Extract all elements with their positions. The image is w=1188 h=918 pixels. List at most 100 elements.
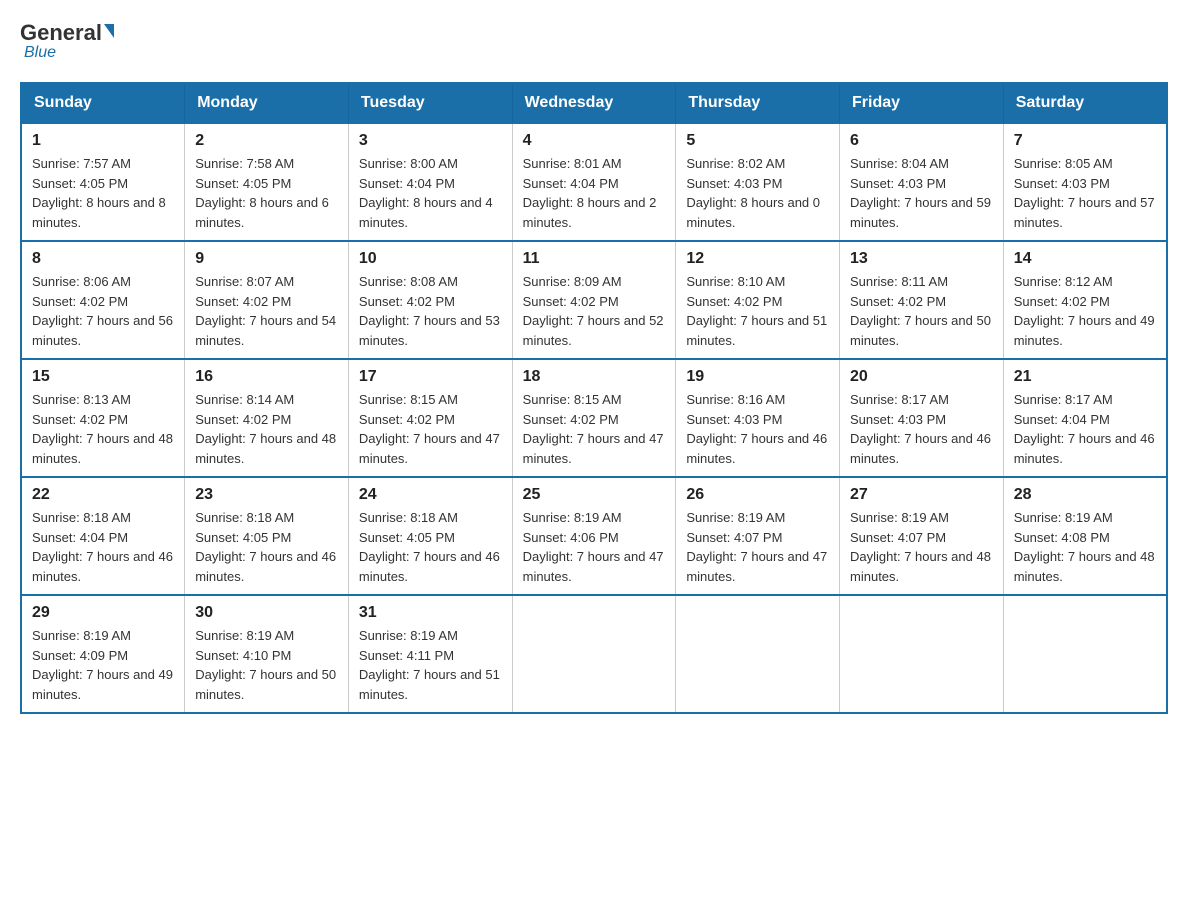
day-info: Sunrise: 8:15 AMSunset: 4:02 PMDaylight:… — [523, 390, 666, 468]
calendar-cell: 14Sunrise: 8:12 AMSunset: 4:02 PMDayligh… — [1003, 241, 1167, 359]
day-number: 20 — [850, 368, 993, 386]
day-info: Sunrise: 8:17 AMSunset: 4:03 PMDaylight:… — [850, 390, 993, 468]
day-number: 6 — [850, 132, 993, 150]
calendar-cell — [676, 595, 840, 713]
day-number: 26 — [686, 486, 829, 504]
day-number: 10 — [359, 250, 502, 268]
weekday-header-friday: Friday — [840, 83, 1004, 123]
day-info: Sunrise: 8:06 AMSunset: 4:02 PMDaylight:… — [32, 272, 174, 350]
day-number: 7 — [1014, 132, 1156, 150]
day-info: Sunrise: 8:19 AMSunset: 4:07 PMDaylight:… — [850, 508, 993, 586]
day-info: Sunrise: 8:18 AMSunset: 4:04 PMDaylight:… — [32, 508, 174, 586]
day-info: Sunrise: 7:58 AMSunset: 4:05 PMDaylight:… — [195, 154, 338, 232]
calendar-cell: 27 Sunrise: 8:19 AMSunset: 4:07 PMDayligh… — [840, 477, 1004, 595]
calendar-cell: 23 Sunrise: 8:18 AMSunset: 4:05 PMDayligh… — [185, 477, 349, 595]
calendar-cell: 1 Sunrise: 7:57 AMSunset: 4:05 PMDaylight… — [21, 123, 185, 241]
day-number: 11 — [523, 250, 666, 268]
calendar-cell: 28 Sunrise: 8:19 AMSunset: 4:08 PMDayligh… — [1003, 477, 1167, 595]
day-info: Sunrise: 8:11 AMSunset: 4:02 PMDaylight:… — [850, 272, 993, 350]
day-info: Sunrise: 8:15 AMSunset: 4:02 PMDaylight:… — [359, 390, 502, 468]
calendar-cell — [1003, 595, 1167, 713]
weekday-header-monday: Monday — [185, 83, 349, 123]
day-number: 25 — [523, 486, 666, 504]
day-info: Sunrise: 8:13 AMSunset: 4:02 PMDaylight:… — [32, 390, 174, 468]
logo: General Blue — [20, 20, 114, 62]
day-info: Sunrise: 8:14 AMSunset: 4:02 PMDaylight:… — [195, 390, 338, 468]
day-number: 15 — [32, 368, 174, 386]
weekday-header-thursday: Thursday — [676, 83, 840, 123]
day-number: 13 — [850, 250, 993, 268]
day-number: 21 — [1014, 368, 1156, 386]
calendar-cell: 26 Sunrise: 8:19 AMSunset: 4:07 PMDayligh… — [676, 477, 840, 595]
logo-blue-text: Blue — [24, 44, 56, 62]
calendar-cell: 24Sunrise: 8:18 AMSunset: 4:05 PMDayligh… — [348, 477, 512, 595]
day-number: 23 — [195, 486, 338, 504]
calendar-cell: 25 Sunrise: 8:19 AMSunset: 4:06 PMDayligh… — [512, 477, 676, 595]
day-info: Sunrise: 8:01 AMSunset: 4:04 PMDaylight:… — [523, 154, 666, 232]
day-info: Sunrise: 8:05 AMSunset: 4:03 PMDaylight:… — [1014, 154, 1156, 232]
day-info: Sunrise: 8:19 AMSunset: 4:11 PMDaylight:… — [359, 626, 502, 704]
day-number: 19 — [686, 368, 829, 386]
day-info: Sunrise: 8:10 AMSunset: 4:02 PMDaylight:… — [686, 272, 829, 350]
calendar-cell: 9 Sunrise: 8:07 AMSunset: 4:02 PMDaylight… — [185, 241, 349, 359]
day-info: Sunrise: 8:19 AMSunset: 4:10 PMDaylight:… — [195, 626, 338, 704]
calendar-cell — [840, 595, 1004, 713]
weekday-header-saturday: Saturday — [1003, 83, 1167, 123]
day-number: 5 — [686, 132, 829, 150]
day-number: 12 — [686, 250, 829, 268]
calendar-table: SundayMondayTuesdayWednesdayThursdayFrid… — [20, 82, 1168, 714]
day-number: 27 — [850, 486, 993, 504]
day-info: Sunrise: 7:57 AMSunset: 4:05 PMDaylight:… — [32, 154, 174, 232]
logo-triangle-icon — [104, 24, 114, 38]
calendar-cell: 30 Sunrise: 8:19 AMSunset: 4:10 PMDayligh… — [185, 595, 349, 713]
calendar-cell: 20 Sunrise: 8:17 AMSunset: 4:03 PMDayligh… — [840, 359, 1004, 477]
day-number: 18 — [523, 368, 666, 386]
day-number: 3 — [359, 132, 502, 150]
calendar-cell: 12 Sunrise: 8:10 AMSunset: 4:02 PMDayligh… — [676, 241, 840, 359]
day-info: Sunrise: 8:19 AMSunset: 4:08 PMDaylight:… — [1014, 508, 1156, 586]
calendar-cell: 17Sunrise: 8:15 AMSunset: 4:02 PMDayligh… — [348, 359, 512, 477]
day-number: 1 — [32, 132, 174, 150]
day-number: 22 — [32, 486, 174, 504]
day-info: Sunrise: 8:07 AMSunset: 4:02 PMDaylight:… — [195, 272, 338, 350]
calendar-cell: 4 Sunrise: 8:01 AMSunset: 4:04 PMDaylight… — [512, 123, 676, 241]
day-number: 4 — [523, 132, 666, 150]
weekday-header-tuesday: Tuesday — [348, 83, 512, 123]
day-info: Sunrise: 8:19 AMSunset: 4:06 PMDaylight:… — [523, 508, 666, 586]
day-info: Sunrise: 8:19 AMSunset: 4:07 PMDaylight:… — [686, 508, 829, 586]
day-number: 28 — [1014, 486, 1156, 504]
day-info: Sunrise: 8:02 AMSunset: 4:03 PMDaylight:… — [686, 154, 829, 232]
weekday-header-sunday: Sunday — [21, 83, 185, 123]
calendar-cell: 7 Sunrise: 8:05 AMSunset: 4:03 PMDaylight… — [1003, 123, 1167, 241]
day-info: Sunrise: 8:17 AMSunset: 4:04 PMDaylight:… — [1014, 390, 1156, 468]
day-number: 31 — [359, 604, 502, 622]
day-number: 9 — [195, 250, 338, 268]
calendar-cell: 3 Sunrise: 8:00 AMSunset: 4:04 PMDaylight… — [348, 123, 512, 241]
day-info: Sunrise: 8:00 AMSunset: 4:04 PMDaylight:… — [359, 154, 502, 232]
calendar-cell: 2Sunrise: 7:58 AMSunset: 4:05 PMDaylight… — [185, 123, 349, 241]
calendar-cell: 10 Sunrise: 8:08 AMSunset: 4:02 PMDayligh… — [348, 241, 512, 359]
day-info: Sunrise: 8:18 AMSunset: 4:05 PMDaylight:… — [195, 508, 338, 586]
day-info: Sunrise: 8:09 AMSunset: 4:02 PMDaylight:… — [523, 272, 666, 350]
calendar-cell: 5 Sunrise: 8:02 AMSunset: 4:03 PMDaylight… — [676, 123, 840, 241]
calendar-cell: 15 Sunrise: 8:13 AMSunset: 4:02 PMDayligh… — [21, 359, 185, 477]
day-number: 8 — [32, 250, 174, 268]
calendar-cell: 21 Sunrise: 8:17 AMSunset: 4:04 PMDayligh… — [1003, 359, 1167, 477]
day-number: 24 — [359, 486, 502, 504]
day-info: Sunrise: 8:19 AMSunset: 4:09 PMDaylight:… — [32, 626, 174, 704]
calendar-header-row: SundayMondayTuesdayWednesdayThursdayFrid… — [21, 83, 1167, 123]
calendar-cell: 18 Sunrise: 8:15 AMSunset: 4:02 PMDayligh… — [512, 359, 676, 477]
calendar-cell: 8 Sunrise: 8:06 AMSunset: 4:02 PMDaylight… — [21, 241, 185, 359]
day-info: Sunrise: 8:08 AMSunset: 4:02 PMDaylight:… — [359, 272, 502, 350]
weekday-header-wednesday: Wednesday — [512, 83, 676, 123]
day-number: 30 — [195, 604, 338, 622]
day-info: Sunrise: 8:12 AMSunset: 4:02 PMDaylight:… — [1014, 272, 1156, 350]
day-info: Sunrise: 8:16 AMSunset: 4:03 PMDaylight:… — [686, 390, 829, 468]
calendar-cell: 19 Sunrise: 8:16 AMSunset: 4:03 PMDayligh… — [676, 359, 840, 477]
day-info: Sunrise: 8:04 AMSunset: 4:03 PMDaylight:… — [850, 154, 993, 232]
calendar-cell — [512, 595, 676, 713]
calendar-cell: 31 Sunrise: 8:19 AMSunset: 4:11 PMDayligh… — [348, 595, 512, 713]
day-number: 16 — [195, 368, 338, 386]
calendar-cell: 6 Sunrise: 8:04 AMSunset: 4:03 PMDaylight… — [840, 123, 1004, 241]
calendar-cell: 16 Sunrise: 8:14 AMSunset: 4:02 PMDayligh… — [185, 359, 349, 477]
